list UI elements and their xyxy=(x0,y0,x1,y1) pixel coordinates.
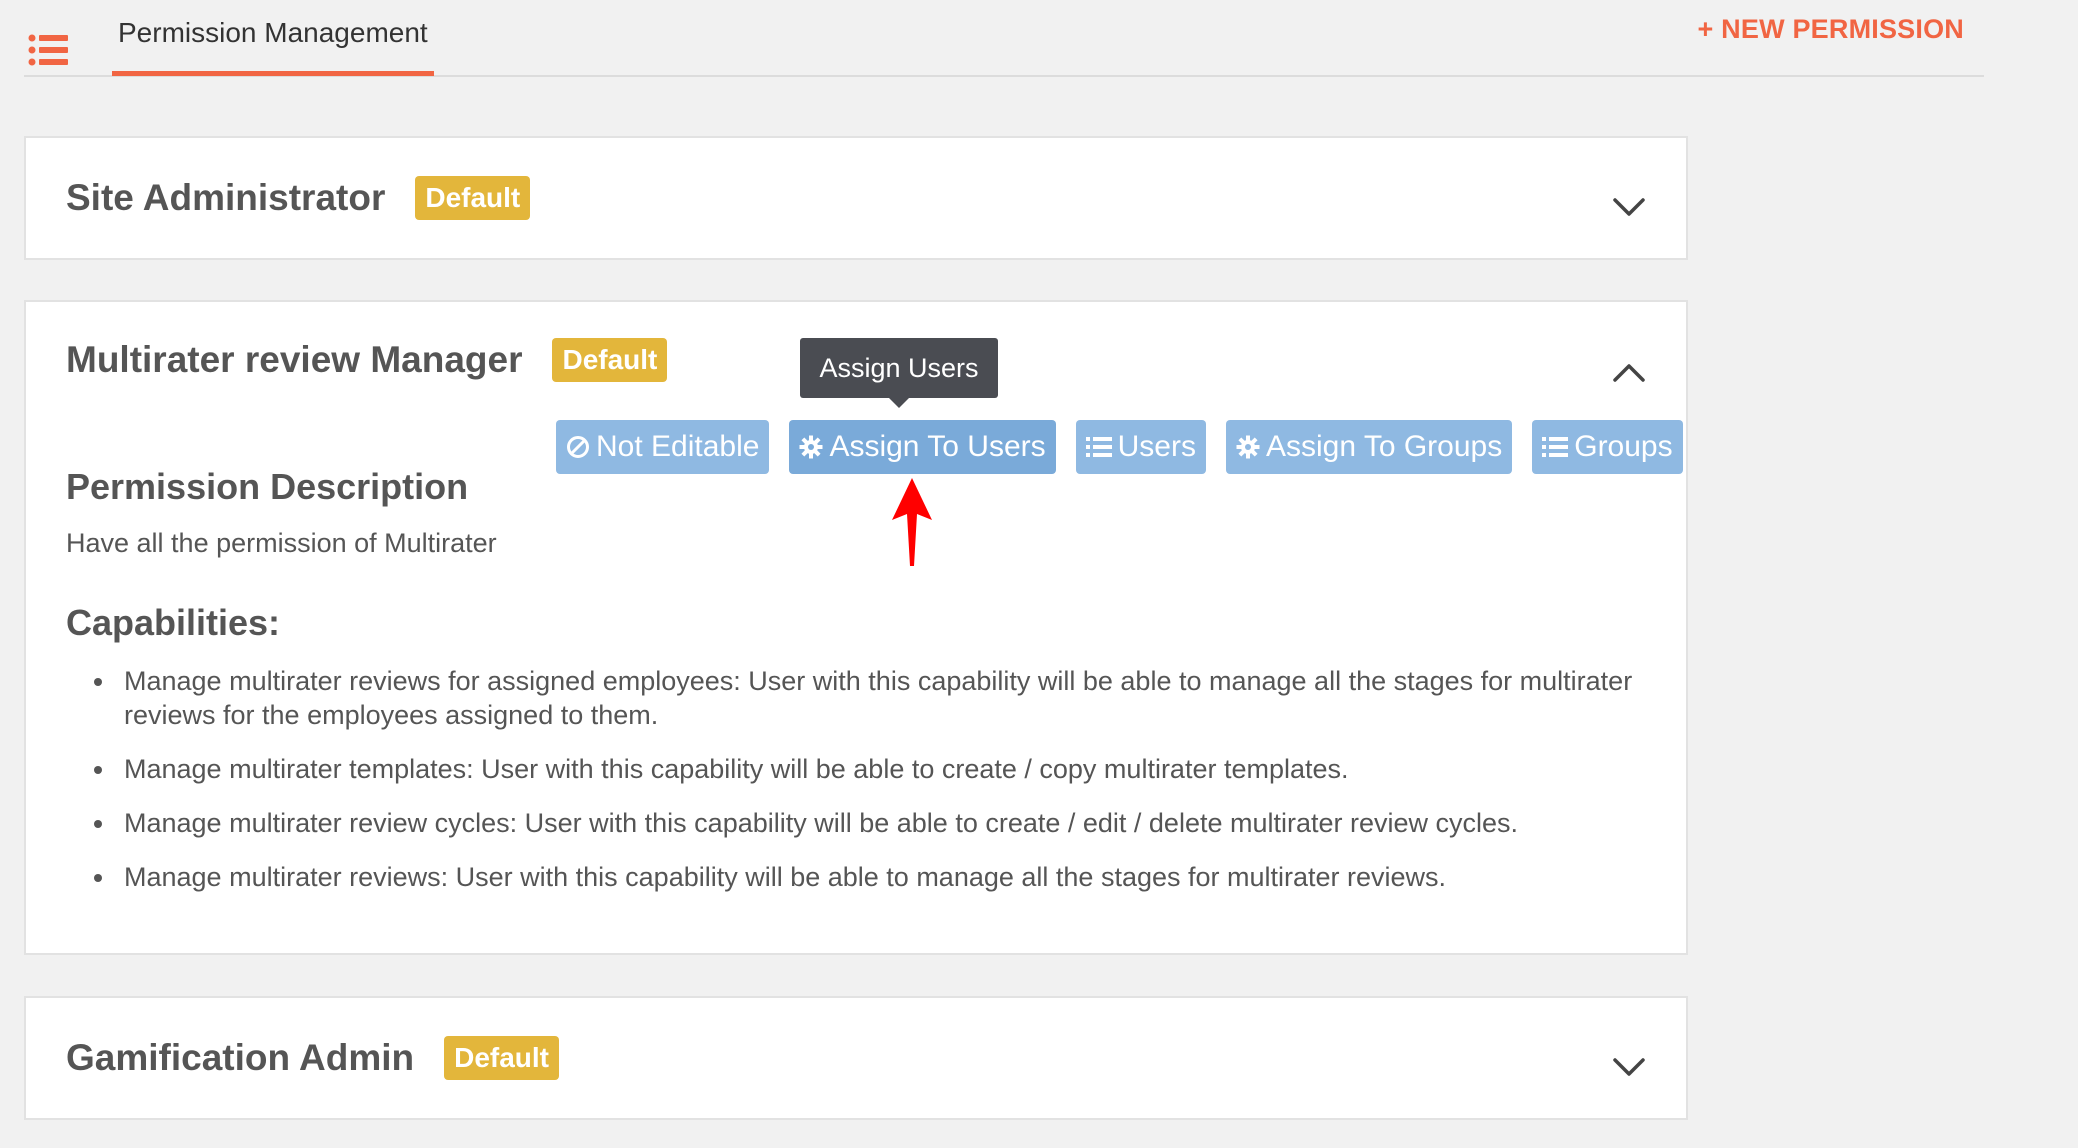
annotation-arrow-icon xyxy=(892,478,932,566)
list-icon xyxy=(1085,437,1112,457)
users-label: Users xyxy=(1117,430,1196,463)
new-permission-button[interactable]: + NEW PERMISSION xyxy=(1698,14,1965,45)
list-item: Manage multirater templates: User with t… xyxy=(94,752,1684,786)
permission-title: Site Administrator xyxy=(66,177,386,218)
permission-card-site-administrator[interactable]: Site Administrator Default xyxy=(24,136,1688,260)
default-badge: Default xyxy=(444,1036,560,1080)
capabilities-list: Manage multirater reviews for assigned e… xyxy=(66,664,1684,914)
list-item: Manage multirater reviews for assigned e… xyxy=(94,664,1684,732)
chevron-down-icon[interactable] xyxy=(1612,196,1646,218)
permission-card-multirater-review-manager[interactable]: Multirater review Manager Default Not Ed… xyxy=(24,300,1688,955)
page-header: Permission Management + NEW PERMISSION xyxy=(24,0,1984,77)
permission-card-gamification-admin[interactable]: Gamification Admin Default xyxy=(24,996,1688,1120)
assign-to-users-label: Assign To Users xyxy=(829,430,1046,463)
chevron-down-icon[interactable] xyxy=(1612,1056,1646,1078)
list-item: Manage multirater reviews: User with thi… xyxy=(94,860,1684,894)
ban-icon xyxy=(567,436,589,458)
tab-permission-management[interactable]: Permission Management xyxy=(112,0,434,76)
list-item: Manage multirater review cycles: User wi… xyxy=(94,806,1684,840)
default-badge: Default xyxy=(415,176,531,220)
not-editable-button[interactable]: Not Editable xyxy=(556,420,770,474)
permission-description-heading: Permission Description xyxy=(66,466,469,507)
tab-label: Permission Management xyxy=(118,16,428,48)
assign-to-groups-button[interactable]: Assign To Groups xyxy=(1225,420,1513,474)
permission-title: Gamification Admin xyxy=(66,1037,415,1078)
gear-icon xyxy=(799,435,823,459)
list-icon xyxy=(1542,437,1569,457)
users-button[interactable]: Users xyxy=(1075,420,1206,474)
assign-to-groups-label: Assign To Groups xyxy=(1265,430,1503,463)
default-badge: Default xyxy=(552,338,668,382)
permission-title: Multirater review Manager xyxy=(66,339,523,380)
permission-actions: Not Editable Assign To Users Users Assig… xyxy=(556,420,1683,474)
gear-icon xyxy=(1236,435,1260,459)
permission-description-text: Have all the permission of Multirater xyxy=(66,528,497,558)
groups-button[interactable]: Groups xyxy=(1532,420,1683,474)
chevron-up-icon[interactable] xyxy=(1612,362,1646,384)
list-icon[interactable] xyxy=(28,34,68,66)
groups-label: Groups xyxy=(1574,430,1673,463)
not-editable-label: Not Editable xyxy=(596,430,760,463)
assign-users-tooltip: Assign Users xyxy=(800,338,998,408)
assign-to-users-button[interactable]: Assign To Users xyxy=(789,420,1056,474)
capabilities-heading: Capabilities: xyxy=(66,602,281,643)
